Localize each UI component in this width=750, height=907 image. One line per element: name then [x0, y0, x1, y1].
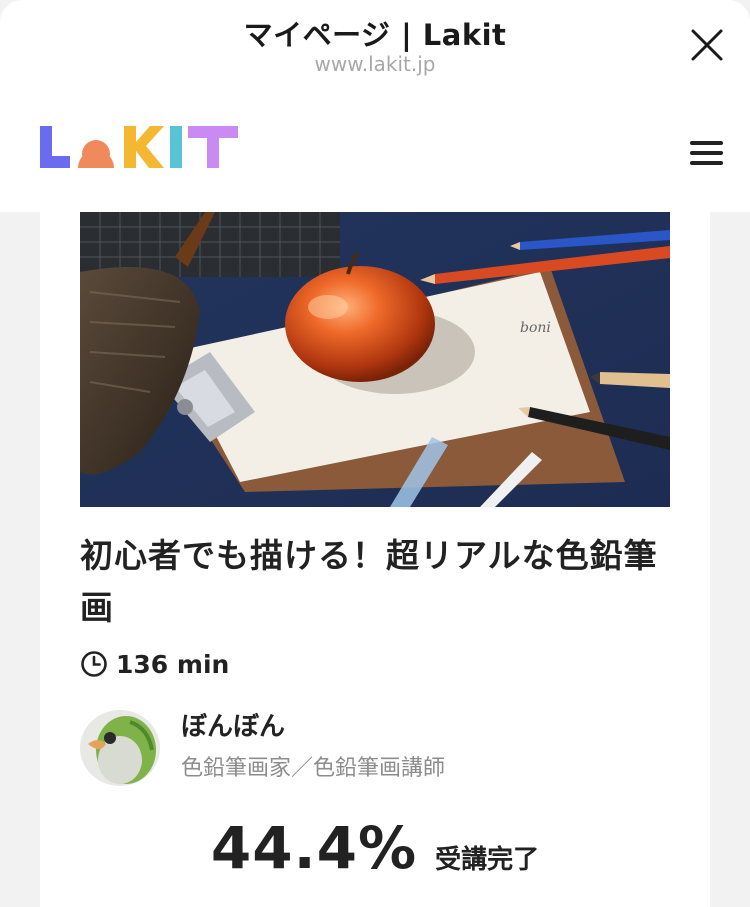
instructor-avatar[interactable]: [80, 710, 160, 786]
course-title[interactable]: 初心者でも描ける！超リアルな色鉛筆画: [80, 530, 670, 634]
close-icon: [691, 29, 723, 61]
instructor-role: 色鉛筆画家／色鉛筆画講師: [181, 756, 446, 781]
progress-percent: 44.4%: [210, 814, 418, 882]
progress-row: 44.4% 受講完了: [40, 814, 710, 882]
page-url: www.lakit.jp: [314, 52, 436, 76]
course-duration: 136 min: [80, 649, 229, 679]
duration-text: 136 min: [116, 649, 230, 679]
modal-top-bar: マイページ | Lakit www.lakit.jp: [0, 0, 750, 90]
close-button[interactable]: [688, 26, 726, 64]
svg-text:boni: boni: [520, 320, 551, 336]
clock-icon: [81, 651, 107, 677]
menu-button[interactable]: [690, 139, 724, 167]
page-title: マイページ | Lakit: [243, 18, 507, 52]
site-header: [0, 90, 750, 212]
course-card[interactable]: boni 初心者でも描ける！超リアルな色鉛筆画 136 min ぼんぼん 色鉛筆…: [40, 212, 710, 907]
lakit-logo[interactable]: [38, 124, 242, 174]
progress-label: 受講完了: [435, 845, 540, 875]
instructor-name[interactable]: ぼんぼん: [181, 706, 285, 743]
course-thumbnail-image[interactable]: boni: [80, 212, 670, 507]
